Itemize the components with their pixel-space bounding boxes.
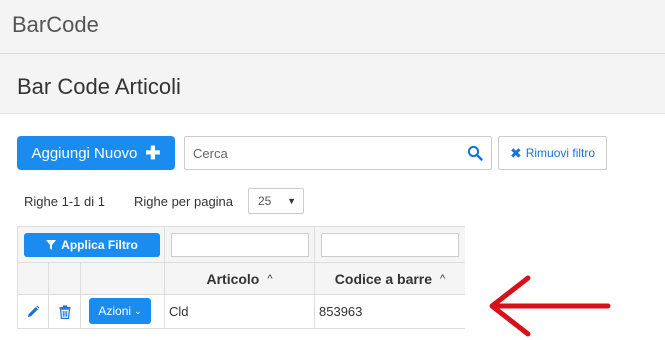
times-icon: ✖ (509, 144, 522, 161)
rows-info: Righe 1-1 di 1 (24, 194, 105, 209)
clear-filter-button[interactable]: ✖ Rimuovi filtro (498, 136, 607, 170)
actions-label: Azioni (98, 304, 132, 318)
apply-filter-button[interactable]: Applica Filtro (24, 233, 160, 257)
column-header-label: Codice a barre (334, 270, 433, 287)
plus-icon: ✚ (145, 143, 161, 163)
delete-row-button[interactable] (49, 295, 81, 328)
filter-articolo-cell (165, 227, 315, 263)
app-title[interactable]: BarCode (12, 12, 99, 38)
header-edit-cell (18, 263, 49, 295)
clear-filter-label: Rimuovi filtro (525, 146, 596, 160)
cell-codice: 853963 (315, 295, 465, 328)
filter-articolo-input[interactable] (171, 233, 309, 257)
actions-dropdown-button[interactable]: Azioni ⌄ (89, 298, 151, 324)
per-page-label: Righe per pagina (134, 194, 234, 209)
search-input[interactable] (185, 137, 455, 169)
search-icon[interactable] (467, 145, 483, 161)
per-page-select[interactable]: 25 ▼ (248, 188, 304, 214)
filter-icon (46, 240, 57, 250)
header-delete-cell (49, 263, 81, 295)
pencil-icon (28, 305, 40, 317)
chevron-down-icon: ⌄ (134, 305, 142, 316)
filter-codice-input[interactable] (321, 233, 459, 257)
apply-filter-label: Applica Filtro (61, 238, 138, 252)
page-title: Bar Code Articoli (17, 74, 181, 99)
sort-up-icon: ^ (440, 272, 446, 285)
add-new-label: Aggiungi Nuovo (31, 144, 138, 162)
page-header: Bar Code Articoli (0, 54, 665, 114)
caret-down-icon: ▼ (287, 196, 296, 206)
filter-codice-cell (315, 227, 465, 263)
trash-icon (59, 304, 70, 319)
cell-articolo: Cld (165, 295, 315, 328)
barcode-grid: Applica Filtro Articolo ^ Codice a barre… (17, 226, 465, 329)
top-navbar: BarCode (0, 0, 665, 54)
search-box (184, 136, 492, 170)
column-header-articolo[interactable]: Articolo ^ (165, 263, 315, 295)
column-header-codice[interactable]: Codice a barre ^ (315, 263, 465, 295)
filter-action-cell: Applica Filtro (18, 227, 165, 263)
edit-row-button[interactable] (18, 295, 49, 328)
annotation-arrow-icon (489, 275, 611, 337)
actions-cell: Azioni ⌄ (81, 295, 165, 328)
header-actions-cell (81, 263, 165, 295)
sort-up-icon: ^ (267, 272, 273, 285)
column-header-label: Articolo (206, 270, 260, 287)
add-new-button[interactable]: Aggiungi Nuovo ✚ (17, 136, 175, 170)
per-page-value: 25 (258, 194, 272, 208)
